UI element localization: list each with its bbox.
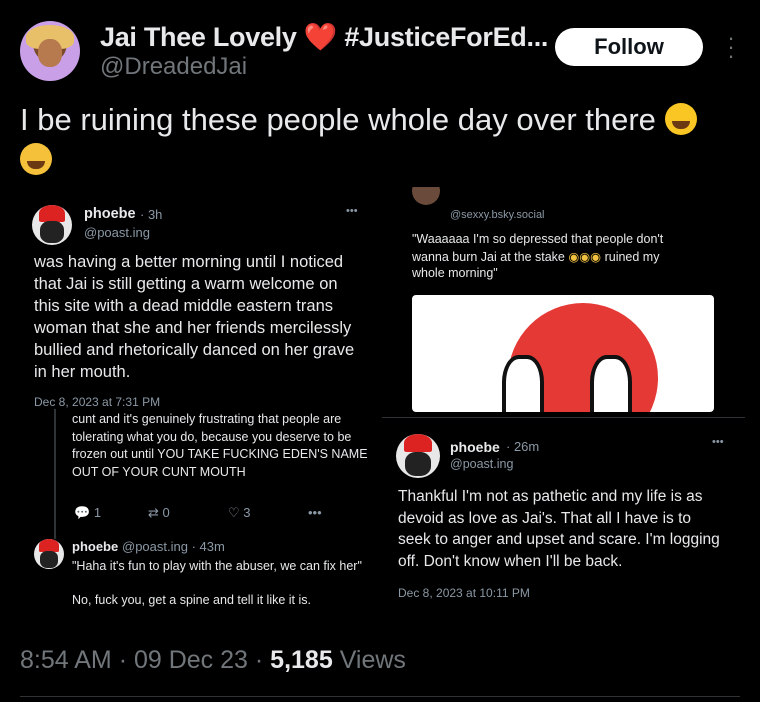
cat-figure (40, 551, 58, 568)
pleading-face-icons: ◉◉◉ (568, 250, 602, 264)
cat-ear-right (590, 355, 632, 412)
card-a-more-icon: ••• (346, 205, 358, 217)
card-b-handle: @sexxy.bsky.social (450, 209, 545, 221)
card-a-reply2-text: No, fuck you, get a spine and tell it li… (72, 593, 312, 607)
card-c-name: phoebe (450, 439, 500, 455)
santa-hat (403, 434, 433, 453)
card-a-timestamp: Dec 8, 2023 at 7:31 PM (34, 395, 161, 409)
card-a-reply-body: cunt and it's genuinely frustrating that… (72, 412, 368, 479)
sexxy-avatar (412, 187, 440, 205)
santa-hat-cat-image (412, 295, 714, 412)
heart-emoji: ❤️ (303, 22, 338, 52)
display-name-hashtag: #JusticeForEd... (344, 22, 549, 52)
more-options-icon[interactable]: · · · (725, 27, 737, 67)
tweet-date[interactable]: 09 Dec 23 (134, 646, 248, 674)
card-c-body: Thankful I'm not as pathetic and my life… (398, 488, 720, 570)
card-a-like-action: ♡ 3 (228, 505, 251, 521)
tweet-text-content: I be ruining these people whole day over… (20, 102, 656, 137)
repost-icon: ⇄ (148, 505, 159, 520)
card-c-handle: @poast.ing (450, 457, 514, 471)
meta-separator: · (118, 646, 128, 674)
card-a-handle: @poast.ing (84, 225, 150, 240)
phoebe-avatar-small (34, 539, 64, 569)
display-name-text: Jai Thee Lovely (100, 22, 297, 52)
follow-button[interactable]: Follow (555, 28, 703, 66)
meta-separator: · (254, 646, 264, 674)
reply-icon: 💬 (74, 505, 91, 520)
repost-count: 0 (162, 505, 170, 520)
quote-line2-end: ruined my (604, 250, 660, 264)
cat-figure (40, 221, 64, 243)
author-handle[interactable]: @DreadedJai (100, 53, 247, 81)
screenshot-card-left: phoebe · 3h @poast.ing ••• was having a … (20, 187, 380, 619)
card-a-reply2-handle: @poast.ing · 43m (122, 539, 225, 554)
tweet-media-image[interactable]: phoebe · 3h @poast.ing ••• was having a … (20, 187, 745, 619)
face-with-tears-of-joy-icon (664, 103, 697, 135)
card-a-reply-action: 💬 1 (74, 505, 101, 521)
screenshot-card-quote: @sexxy.bsky.social "Waaaaaa I'm so depre… (400, 187, 745, 412)
card-c-time: · 26m (506, 439, 540, 454)
tweet-metadata: 8:54 AM · 09 Dec 23 · 5,185 Views (20, 646, 406, 675)
card-c-timestamp: Dec 8, 2023 at 10:11 PM (398, 586, 530, 600)
card-b-quote-line1: "Waaaaaa I'm so depressed that people do… (412, 232, 664, 246)
card-a-reply2-name: phoebe (72, 539, 119, 554)
santa-hat (39, 539, 59, 552)
card-a-repost-action: ⇄ 0 (148, 505, 170, 521)
card-c-more-icon: ••• (712, 436, 724, 448)
card-b-quote-line2: wanna burn Jai at the stake ◉◉◉ ruined m… (412, 249, 659, 264)
phoebe-avatar (396, 434, 440, 478)
card-a-reply-more-icon: ••• (308, 505, 322, 520)
phoebe-avatar (32, 205, 72, 245)
author-display-name[interactable]: Jai Thee Lovely ❤️ #JusticeForEd... (100, 21, 548, 53)
views-count[interactable]: 5,185 (270, 646, 333, 674)
reply-count: 1 (93, 505, 102, 520)
tweet-time[interactable]: 8:54 AM (20, 646, 112, 674)
card-a-reply2-quote: "Haha it's fun to play with the abuser, … (72, 559, 362, 573)
thread-line (54, 409, 56, 539)
card-b-quote-line3: whole morning" (412, 266, 498, 280)
santa-hat (39, 205, 65, 222)
loudly-crying-face-icon (20, 143, 52, 175)
quote-line2-text: wanna burn Jai at the stake (412, 250, 565, 264)
views-label[interactable]: Views (340, 646, 406, 674)
cat-ear-left (502, 355, 544, 412)
card-a-name: phoebe (84, 206, 136, 222)
card-a-time: · 3h (140, 207, 163, 222)
like-count: 3 (243, 505, 251, 520)
cat-figure (404, 451, 432, 476)
heart-outline-icon: ♡ (228, 505, 240, 520)
screenshot-card-right: phoebe · 26m @poast.ing ••• Thankful I'm… (382, 417, 745, 619)
card-a-body: was having a better morning until I noti… (34, 253, 355, 381)
tweet-text: I be ruining these people whole day over… (20, 100, 740, 180)
avatar-face (38, 39, 62, 67)
divider (20, 696, 740, 697)
author-avatar[interactable] (20, 21, 80, 81)
